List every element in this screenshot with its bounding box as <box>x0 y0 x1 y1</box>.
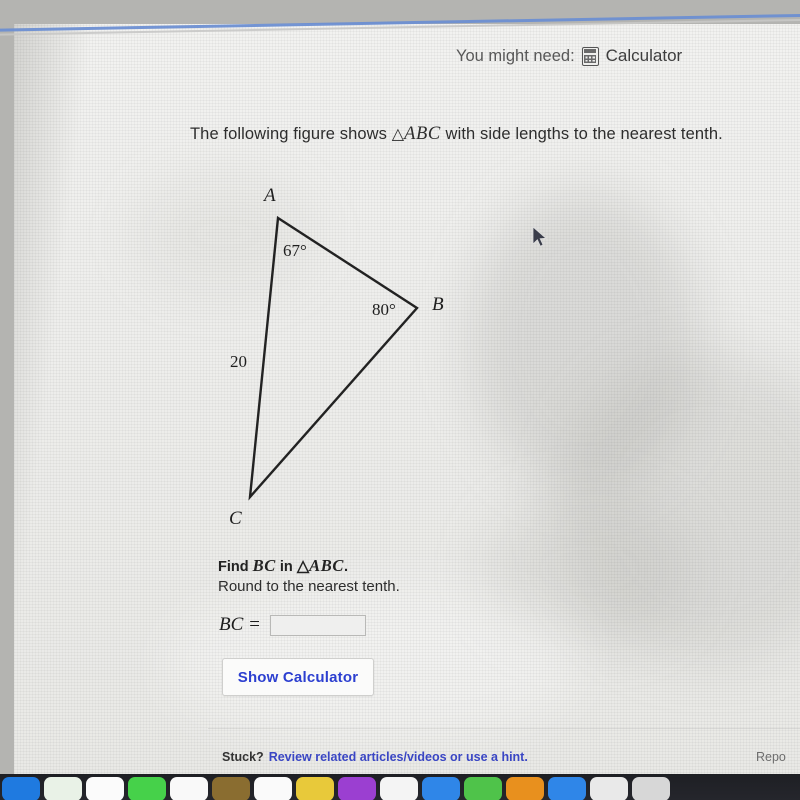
messages-icon[interactable] <box>128 777 166 800</box>
find-middle: in <box>275 559 297 575</box>
find-instruction: Find BC in △ABC. <box>218 556 348 576</box>
triangle-figure: A B C 67° 80° 20 <box>0 0 800 800</box>
answer-row: BC = <box>219 614 366 636</box>
angle-label-a: 67° <box>283 241 307 260</box>
photos-icon[interactable] <box>86 777 124 800</box>
vertex-label-b: B <box>432 294 444 315</box>
macos-dock[interactable] <box>0 774 800 800</box>
reminders-icon[interactable] <box>254 777 292 800</box>
finder-icon[interactable] <box>2 777 40 800</box>
answer-label: BC = <box>219 614 261 635</box>
mail-icon[interactable] <box>380 777 418 800</box>
side-length-label-ac: 20 <box>230 352 247 371</box>
photographed-screen: You might need: Calculator The following… <box>0 0 800 800</box>
system-prefs-icon[interactable] <box>548 777 586 800</box>
trash-icon[interactable] <box>632 777 670 800</box>
angle-label-b: 80° <box>372 300 396 319</box>
app-store-icon[interactable] <box>422 777 460 800</box>
podcasts-icon[interactable] <box>338 777 376 800</box>
report-link[interactable]: Repo <box>756 750 786 764</box>
find-triangle-symbol: △ <box>296 558 310 575</box>
find-suffix: . <box>343 559 348 575</box>
facetime-icon[interactable] <box>464 777 502 800</box>
vertex-label-a: A <box>264 185 276 206</box>
triangle-outline <box>248 215 419 501</box>
rounding-instruction: Round to the nearest tenth. <box>218 578 400 595</box>
vertex-label-c: C <box>229 508 242 529</box>
show-calculator-button[interactable]: Show Calculator <box>222 658 374 696</box>
stuck-label: Stuck? <box>222 750 264 764</box>
stickies-icon[interactable] <box>296 777 334 800</box>
find-target: BC <box>252 556 276 575</box>
stuck-row: Stuck? Review related articles/videos or … <box>222 750 528 764</box>
answer-input[interactable] <box>269 614 366 636</box>
launchpad-icon[interactable] <box>506 777 544 800</box>
stuck-hint-link[interactable]: Review related articles/videos or use a … <box>269 750 528 764</box>
notes-icon[interactable] <box>212 777 250 800</box>
maps-icon[interactable] <box>44 777 82 800</box>
triangle-svg <box>248 215 419 501</box>
mouse-cursor <box>532 226 547 247</box>
content-divider <box>208 728 800 729</box>
find-triangle-name: ABC <box>309 556 344 575</box>
find-prefix: Find <box>218 559 253 575</box>
calendar-icon[interactable] <box>170 777 208 800</box>
safari-icon[interactable] <box>590 777 628 800</box>
